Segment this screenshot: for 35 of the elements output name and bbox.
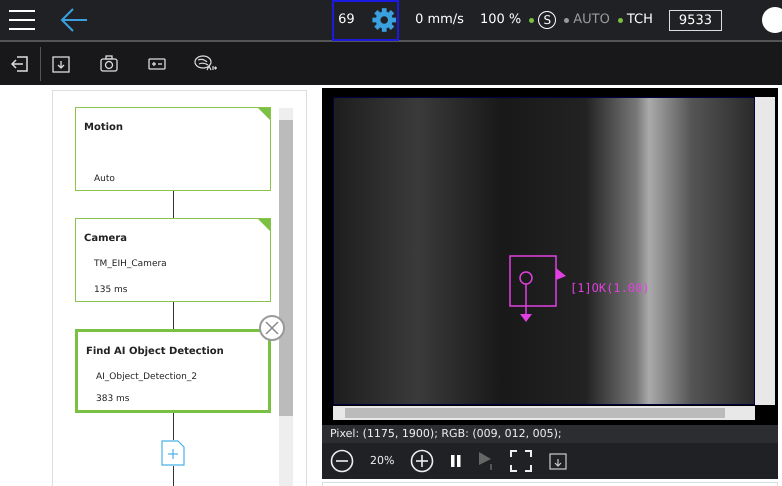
horizontal-scrollbar[interactable] bbox=[333, 406, 755, 420]
node-detail: Auto bbox=[94, 172, 116, 186]
flow-node[interactable]: Motion Auto bbox=[75, 107, 271, 191]
zoom-out-icon[interactable] bbox=[330, 449, 354, 473]
node-detail: 383 ms bbox=[96, 392, 130, 406]
save-image-icon[interactable] bbox=[548, 451, 568, 471]
scrollbar-thumb[interactable] bbox=[279, 120, 293, 416]
mode-label: AUTO bbox=[573, 11, 610, 30]
pause-icon[interactable] bbox=[450, 454, 462, 468]
back-arrow-icon[interactable] bbox=[60, 6, 88, 34]
node-title: Find AI Object Detection bbox=[86, 345, 225, 359]
counter-value: 69 bbox=[338, 11, 355, 30]
vertical-scrollbar[interactable] bbox=[755, 97, 775, 405]
flow-node[interactable]: Camera TM_EIH_Camera 135 ms bbox=[75, 218, 271, 302]
status-counter-box[interactable]: 69 bbox=[332, 0, 400, 40]
zoom-in-icon[interactable] bbox=[410, 449, 434, 473]
speed-value: 0 mm/s bbox=[415, 11, 464, 30]
mode-label: TCH bbox=[626, 11, 653, 30]
node-title: Camera bbox=[84, 232, 128, 246]
scrollbar[interactable] bbox=[279, 108, 293, 486]
toggle-knob[interactable] bbox=[762, 7, 782, 33]
speed-percent: 100 % bbox=[480, 11, 522, 30]
flow-node[interactable]: Find AI Object Detection AI_Object_Detection_2 383 ms bbox=[75, 329, 271, 413]
step-icon[interactable] bbox=[478, 451, 494, 471]
zoom-level: 20% bbox=[370, 452, 394, 469]
project-number: 9533 bbox=[668, 10, 722, 30]
node-detail: AI_Object_Detection_2 bbox=[96, 371, 198, 384]
node-detail: 135 ms bbox=[94, 284, 128, 296]
pixel-info: Pixel: (1175, 1900); RGB: (009, 012, 005); bbox=[322, 425, 778, 443]
fit-screen-icon[interactable] bbox=[510, 450, 532, 472]
node-detail: TM_EIH_Camera bbox=[94, 258, 168, 271]
settings-icon[interactable] bbox=[370, 6, 398, 34]
add-node-icon[interactable] bbox=[161, 440, 185, 466]
node-title: Motion bbox=[84, 121, 124, 135]
mode-badge: S bbox=[538, 11, 556, 29]
